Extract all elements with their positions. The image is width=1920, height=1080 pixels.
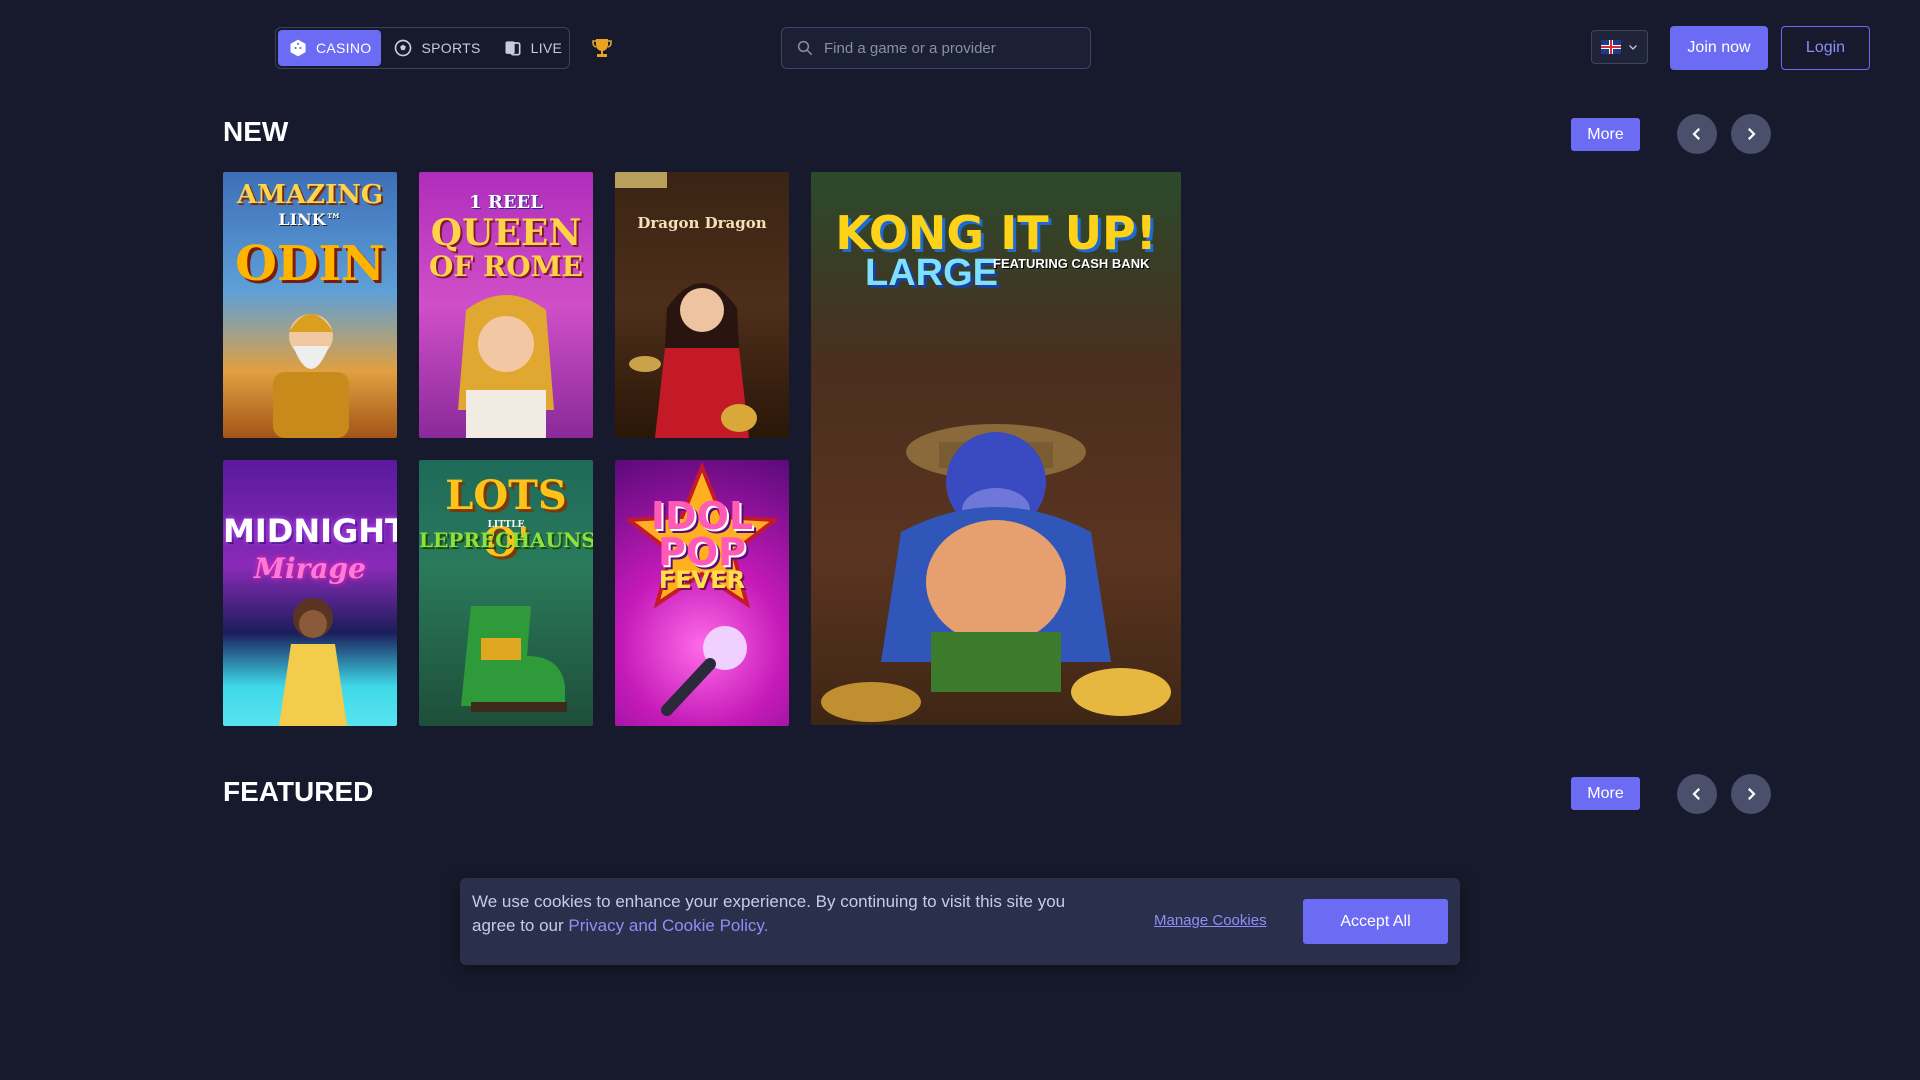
game-title-main: QUEEN xyxy=(430,212,582,254)
cookie-message: We use cookies to enhance your experienc… xyxy=(472,890,1112,938)
game-title-main: ODIN xyxy=(235,236,385,292)
provider-badge xyxy=(615,172,667,188)
search-box[interactable] xyxy=(781,27,1091,69)
soccer-ball-icon xyxy=(395,39,412,57)
game-subtitle: Mirage xyxy=(254,552,366,585)
game-tile-amazing-link-odin[interactable]: AMAZING LINK™ ODIN xyxy=(223,172,397,438)
game-tile-midnight-mirage[interactable]: MIDNIGHT Mirage xyxy=(223,460,397,726)
dealer-figure-image xyxy=(629,283,757,438)
tab-sports-label: SPORTS xyxy=(421,40,481,56)
dice-icon xyxy=(290,39,306,57)
chevron-right-icon xyxy=(1747,787,1756,801)
featured-more-button[interactable]: More xyxy=(1571,777,1640,810)
game-subtitle: LEPRECHAUNS xyxy=(419,528,593,552)
chevron-left-icon xyxy=(1692,127,1701,141)
section-title-new: NEW xyxy=(223,116,289,147)
game-title-main: Dragon Dragon xyxy=(637,214,767,232)
odin-figure-image xyxy=(273,314,349,438)
login-button[interactable]: Login xyxy=(1781,26,1870,70)
microphone-icon xyxy=(661,626,747,716)
game-title-main: MIDNIGHT xyxy=(223,512,397,550)
header: CASINO SPORTS LIVE Join now Login xyxy=(0,0,1920,96)
search-input[interactable] xyxy=(824,39,1074,57)
tab-live[interactable]: LIVE xyxy=(493,30,573,66)
language-selector[interactable] xyxy=(1591,30,1648,64)
game-subtitle: LINK™ xyxy=(278,210,342,229)
trophy-icon[interactable] xyxy=(590,36,614,60)
chevron-right-icon xyxy=(1747,127,1756,141)
live-cards-icon xyxy=(505,41,521,56)
queen-figure-image xyxy=(458,295,554,438)
new-next-button[interactable] xyxy=(1731,114,1771,154)
section-title-featured: FEATURED xyxy=(223,776,374,807)
new-more-button[interactable]: More xyxy=(1571,118,1640,151)
boot-figure-image xyxy=(461,606,567,712)
game-tile-kong-it-up-large[interactable]: KONG IT UP! LARGE FEATURING CASH BANK xyxy=(811,172,1181,725)
game-tile-idol-pop-fever[interactable]: IDOL POP FEVER xyxy=(615,460,789,726)
chevron-down-icon xyxy=(1628,45,1637,50)
featured-prev-button[interactable] xyxy=(1677,774,1717,814)
game-feature-label: FEATURING CASH BANK xyxy=(993,256,1150,271)
game-tile-queen-of-rome[interactable]: 1 REEL QUEEN OF ROME xyxy=(419,172,593,438)
tab-casino[interactable]: CASINO xyxy=(278,30,382,66)
featured-next-button[interactable] xyxy=(1731,774,1771,814)
accept-all-button[interactable]: Accept All xyxy=(1303,899,1448,944)
game-subtitle: 1 REEL xyxy=(469,192,543,213)
search-icon xyxy=(797,40,813,56)
game-tile-dragon-dragon[interactable]: Dragon Dragon xyxy=(615,172,789,438)
chevron-left-icon xyxy=(1692,787,1701,801)
kong-figure-image xyxy=(821,424,1171,722)
woman-figure-image xyxy=(279,598,347,726)
game-title: AMAZING xyxy=(236,180,384,210)
uk-flag-icon xyxy=(1600,40,1621,54)
product-tabs: CASINO SPORTS LIVE xyxy=(275,27,570,69)
game-subtitle: FEVER xyxy=(658,566,746,594)
cookie-text: We use cookies to enhance your experienc… xyxy=(472,892,1066,935)
cookie-period: . xyxy=(763,916,769,935)
privacy-policy-link[interactable]: Privacy and Cookie Policy xyxy=(568,916,763,935)
cookie-banner: We use cookies to enhance your experienc… xyxy=(460,878,1460,965)
join-now-button[interactable]: Join now xyxy=(1670,26,1768,70)
game-title: OF ROME xyxy=(428,250,583,283)
game-tile-lots-o-leprechauns[interactable]: LOTS O' LITTLE LEPRECHAUNS xyxy=(419,460,593,726)
new-prev-button[interactable] xyxy=(1677,114,1717,154)
tab-casino-label: CASINO xyxy=(316,40,372,56)
game-subtitle: LARGE xyxy=(865,252,998,294)
tab-live-label: LIVE xyxy=(530,40,563,56)
tab-sports[interactable]: SPORTS xyxy=(383,30,490,66)
manage-cookies-link[interactable]: Manage Cookies xyxy=(1154,912,1267,929)
